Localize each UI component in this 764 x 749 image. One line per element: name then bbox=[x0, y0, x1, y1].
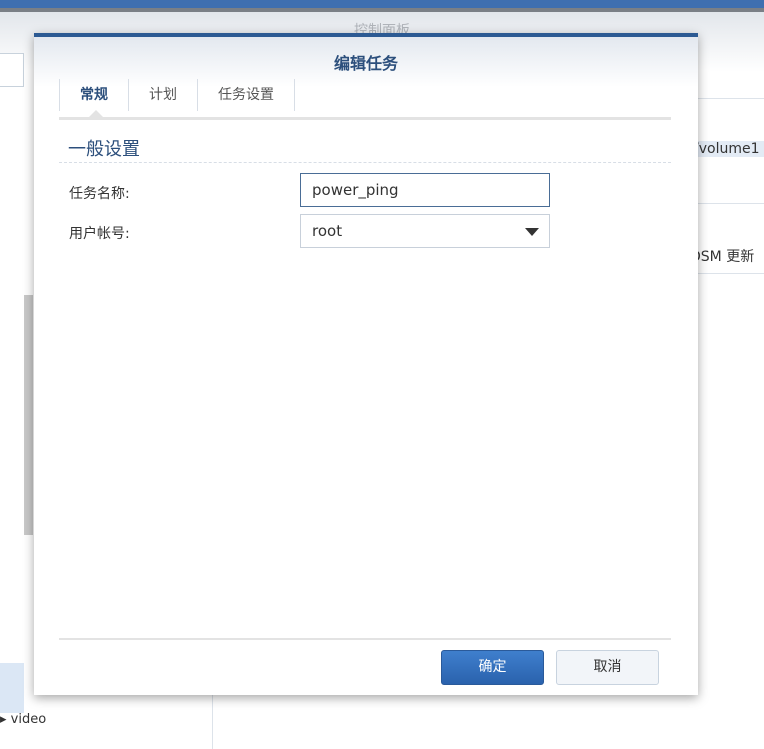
active-tab-indicator bbox=[89, 110, 103, 117]
task-name-input[interactable]: power_ping bbox=[300, 173, 550, 207]
tab-underline bbox=[59, 117, 671, 120]
section-divider bbox=[59, 162, 671, 163]
cancel-button[interactable]: 取消 bbox=[556, 650, 659, 685]
divider bbox=[698, 203, 764, 204]
tab-task-settings[interactable]: 任务设置 bbox=[197, 79, 295, 111]
task-name-label: 任务名称: bbox=[69, 186, 130, 202]
user-account-label: 用户帐号: bbox=[69, 226, 130, 242]
tab-schedule[interactable]: 计划 bbox=[128, 79, 197, 111]
user-account-select[interactable]: root bbox=[300, 214, 550, 248]
tree-item-label: video bbox=[10, 712, 47, 727]
chevron-down-icon[interactable] bbox=[525, 228, 539, 236]
background-search-box[interactable] bbox=[0, 53, 24, 87]
divider bbox=[698, 98, 764, 99]
background-selected-item[interactable] bbox=[0, 663, 24, 713]
dialog-title: 编辑任务 bbox=[333, 54, 398, 73]
background-row[interactable]: /volume1 bbox=[690, 141, 764, 157]
section-title: 一般设置 bbox=[68, 139, 140, 160]
edit-task-dialog: 编辑任务 常规 计划 任务设置 一般设置 任务名称: power_ping 用户… bbox=[34, 33, 698, 695]
ok-button[interactable]: 确定 bbox=[441, 650, 544, 685]
user-account-value: root bbox=[312, 222, 343, 240]
background-scrollbar[interactable] bbox=[24, 295, 33, 535]
tab-general[interactable]: 常规 bbox=[59, 79, 128, 111]
tab-bar: 常规 计划 任务设置 bbox=[59, 79, 295, 111]
footer-divider bbox=[59, 638, 671, 640]
background-row[interactable]: DSM 更新 bbox=[690, 246, 754, 266]
desktop-taskbar bbox=[0, 0, 764, 8]
tree-item-video[interactable]: ▸ video bbox=[0, 712, 46, 727]
divider bbox=[698, 273, 764, 274]
